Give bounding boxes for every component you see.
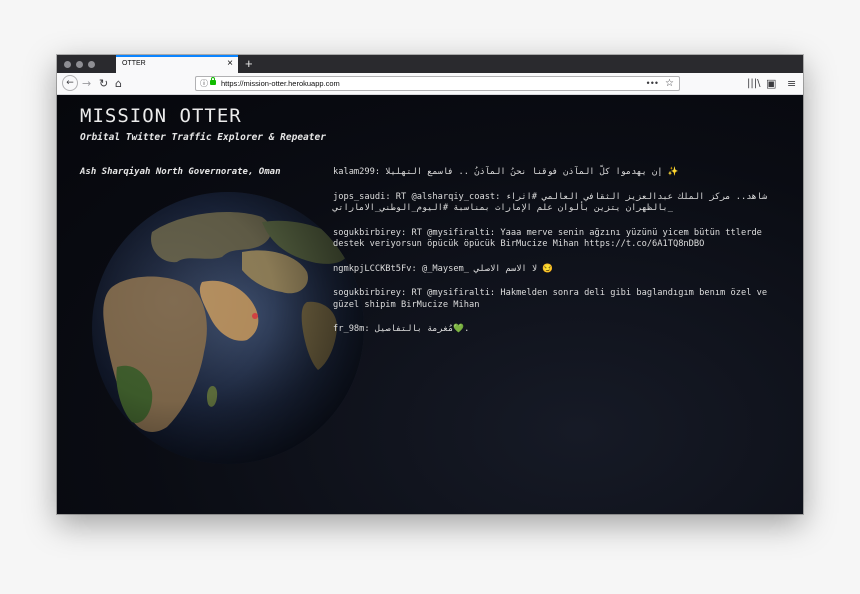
window-minimize-dot[interactable] (76, 61, 83, 68)
tab-otter[interactable]: OTTER × (116, 55, 238, 73)
new-tab-button[interactable]: + (245, 55, 253, 72)
page-actions-icon[interactable]: ••• (647, 77, 659, 89)
earth-globe[interactable] (92, 192, 364, 464)
tweet-item: fr_98m: مُغرمة بالتفاصيل💚. (333, 324, 470, 334)
tweet-item: sogukbirbirey: RT @mysifiralti: Hakmelde… (333, 288, 768, 310)
tweet-user[interactable]: sogukbirbirey (333, 288, 401, 298)
tweet-text: @_Maysem_ لا الاسم الاصلي 😏 (421, 263, 554, 274)
menu-icon[interactable]: ≡ (787, 73, 796, 94)
tweet-item: sogukbirbirey: RT @mysifiralti: Yaaa mer… (333, 227, 762, 250)
nav-bar: ← → ↻ ⌂ ⓘ https://mission-otter.herokuap… (57, 73, 803, 95)
location-label: Ash Sharqiyah North Governorate, Oman (80, 167, 281, 177)
tweet-user[interactable]: kalam299 (333, 167, 375, 177)
forward-icon[interactable]: → (82, 73, 91, 94)
page-title: MISSION OTTER (80, 105, 242, 127)
star-icon[interactable]: ☆ (665, 77, 674, 90)
tweet-text: مُغرمة بالتفاصيل💚. (374, 324, 470, 334)
tweet-item: ngmkpjLCCKBt5Fv: @_Maysem_ لا الاسم الاص… (333, 263, 554, 274)
sidebar-icon[interactable]: ▣ (766, 73, 776, 94)
tweet-text: RT @alsharqiy_coast: شاهد.. مركز الملك ع… (333, 191, 768, 214)
tab-title: OTTER (122, 60, 146, 67)
home-icon[interactable]: ⌂ (115, 73, 122, 94)
tab-bar: OTTER × + (57, 55, 803, 73)
tweet-user[interactable]: jops_saudi (333, 192, 385, 202)
tweet-item: jops_saudi: RT @alsharqiy_coast: شاهد.. … (333, 191, 768, 214)
globe-shading (92, 192, 364, 464)
page-content: MISSION OTTER Orbital Twitter Traffic Ex… (57, 95, 803, 514)
tweet-item: kalam299: إن يهدموا كلّ المآذن فوقنا نحن… (333, 167, 679, 177)
back-icon[interactable]: ← (62, 75, 78, 91)
info-icon[interactable]: ⓘ (200, 77, 208, 90)
tweet-user[interactable]: fr_98m (333, 324, 364, 334)
tweet-feed: kalam299: إن يهدموا كلّ المآذن فوقنا نحن… (333, 167, 797, 349)
window-close-dot[interactable] (64, 61, 71, 68)
window-zoom-dot[interactable] (88, 61, 95, 68)
url-bar[interactable]: ⓘ https://mission-otter.herokuapp.com ••… (195, 76, 680, 91)
url-text[interactable]: https://mission-otter.herokuapp.com (221, 77, 340, 90)
library-icon[interactable]: |||\ (747, 73, 760, 94)
tweet-user[interactable]: ngmkpjLCCKBt5Fv (333, 264, 411, 274)
page-subtitle: Orbital Twitter Traffic Explorer & Repea… (80, 132, 326, 143)
tweet-user[interactable]: sogukbirbirey (333, 228, 401, 238)
reload-icon[interactable]: ↻ (99, 73, 108, 94)
tweet-text: إن يهدموا كلّ المآذن فوقنا نحنُ المآذنُ … (385, 167, 679, 177)
browser-window: OTTER × + ← → ↻ ⌂ ⓘ https://mission-otte… (57, 55, 803, 514)
close-icon[interactable]: × (227, 58, 233, 70)
lock-icon (210, 77, 216, 85)
